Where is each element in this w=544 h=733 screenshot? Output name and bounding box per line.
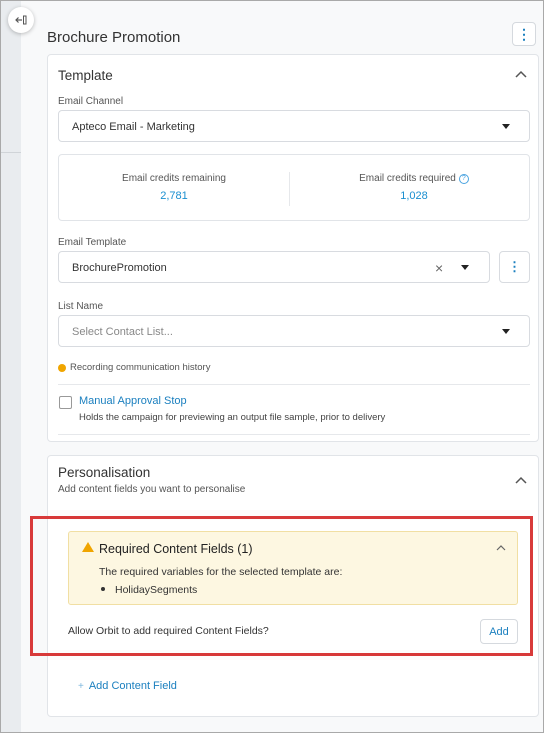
chevron-up-icon[interactable] [514,67,528,81]
recording-note: Recording communication history [70,362,211,373]
section-divider [58,384,530,385]
add-content-field-link[interactable]: + Add Content Field [78,680,177,692]
page-title: Brochure Promotion [47,29,181,46]
chevron-up-icon[interactable] [514,473,528,487]
credits-required-label-wrap: Email credits required? [299,173,529,184]
credits-divider [289,172,290,206]
list-name-select[interactable]: Select Contact List... [58,315,530,347]
add-content-field-label: Add Content Field [88,680,177,692]
collapse-panel-icon [15,15,27,25]
nav-divider [1,152,21,153]
list-name-label: List Name [58,301,104,312]
credits-required-label: Email credits required [359,173,456,184]
collapse-panel-button[interactable] [8,7,34,33]
email-channel-label: Email Channel [58,96,124,107]
template-card-title: Template [58,68,113,83]
credits-panel: Email credits remaining 2,781 Email cred… [58,154,530,221]
email-template-label: Email Template [58,237,127,248]
highlight-box [30,516,533,656]
template-options-button[interactable]: ⋮ [499,251,530,283]
email-template-select[interactable]: BrochurePromotion × [58,251,490,283]
more-options-button[interactable]: ⋮ [512,22,536,46]
caret-down-icon [502,329,510,334]
clear-icon[interactable]: × [435,260,443,276]
more-vertical-icon: ⋮ [508,259,521,274]
list-name-placeholder: Select Contact List... [72,326,173,338]
help-icon[interactable]: ? [458,174,469,184]
email-template-value: BrochurePromotion [72,262,167,274]
info-dot-icon [58,364,66,372]
email-channel-select[interactable]: Apteco Email - Marketing [58,110,530,142]
credits-remaining-label: Email credits remaining [122,173,226,184]
manual-approval-description: Holds the campaign for previewing an out… [79,412,386,423]
email-channel-value: Apteco Email - Marketing [72,121,195,133]
credits-required-value: 1,028 [400,190,428,202]
more-vertical-icon: ⋮ [517,25,531,42]
caret-down-icon [502,124,510,129]
section-divider [58,434,530,435]
credits-remaining-value: 2,781 [160,190,188,202]
manual-approval-title[interactable]: Manual Approval Stop [79,395,187,407]
caret-down-icon [461,265,469,270]
left-nav-strip [1,1,21,732]
manual-approval-checkbox[interactable] [59,396,72,409]
personalisation-subtitle: Add content fields you want to personali… [58,484,246,495]
personalisation-title: Personalisation [58,465,151,480]
template-card: Template Email Channel Apteco Email - Ma… [47,54,539,442]
plus-icon: + [78,681,84,692]
